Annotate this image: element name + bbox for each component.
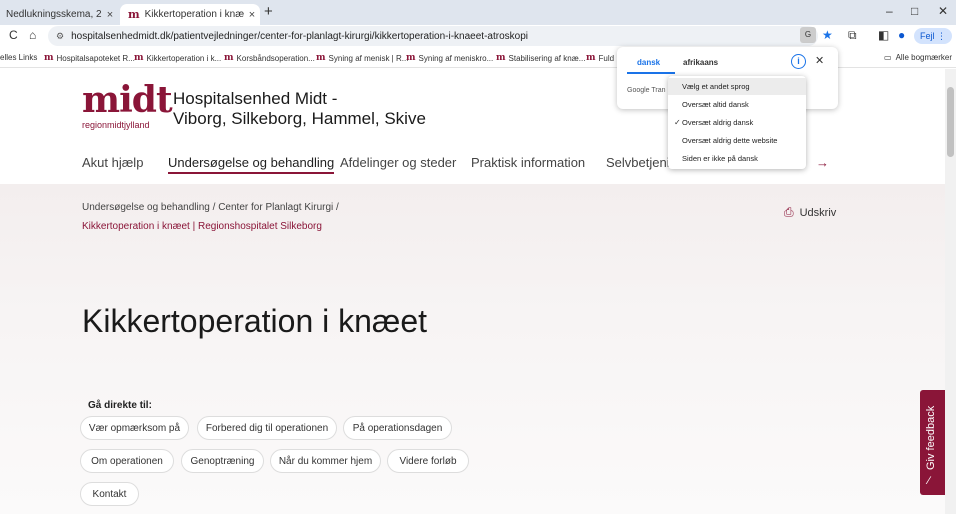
midt-favicon-icon: m bbox=[134, 53, 144, 63]
error-chip[interactable]: Fejl ⋮ bbox=[914, 28, 952, 44]
menu-item-never-translate-site[interactable]: Oversæt aldrig dette website bbox=[668, 132, 806, 149]
bookmark-item[interactable]: m Korsbåndsoperation... bbox=[224, 53, 315, 63]
error-chip-label: Fejl bbox=[919, 31, 935, 41]
midt-favicon-icon: m bbox=[496, 53, 506, 63]
nav-afdelinger[interactable]: Afdelinger og steder bbox=[340, 155, 456, 170]
bookmark-item[interactable]: m Kikkertoperation i k... bbox=[134, 53, 221, 63]
midt-favicon-icon: m bbox=[406, 53, 416, 63]
tab-nedlukningsskema[interactable]: Nedlukningsskema, 2024.xlsx × bbox=[0, 4, 118, 25]
translate-tab-target[interactable]: afrikaans bbox=[683, 58, 718, 67]
extensions-icon[interactable]: ⧉ bbox=[848, 28, 857, 43]
menu-item-not-danish[interactable]: Siden er ikke på dansk bbox=[668, 150, 806, 167]
pencil-icon: ∕ bbox=[928, 475, 930, 487]
breadcrumb-current: Kikkertoperation i knæet | Regionshospit… bbox=[82, 221, 322, 232]
new-tab-button[interactable]: + bbox=[264, 3, 273, 20]
jump-link[interactable]: Vær opmærksom på bbox=[80, 416, 189, 440]
jump-link[interactable]: Forbered dig til operationen bbox=[197, 416, 337, 440]
org-title-line: Viborg, Silkeborg, Hammel, Skive bbox=[173, 109, 426, 128]
page-scrollbar[interactable] bbox=[945, 69, 956, 514]
bookmark-item[interactable]: m Fuld I bbox=[586, 53, 619, 63]
check-icon: ✓ bbox=[674, 118, 681, 127]
print-button[interactable]: ⎙ Udskriv bbox=[784, 205, 836, 220]
side-panel-icon[interactable]: ◧ bbox=[878, 28, 889, 42]
address-bar[interactable]: ⚙ hospitalsenhedmidt.dk/patientvejlednin… bbox=[48, 26, 818, 46]
tab-title: Kikkertoperation i knæet | Regi bbox=[144, 9, 244, 20]
print-label: Udskriv bbox=[799, 206, 837, 219]
printer-icon: ⎙ bbox=[784, 205, 794, 219]
arrow-right-icon[interactable]: → bbox=[816, 155, 829, 170]
nav-akut-hjaelp[interactable]: Akut hjælp bbox=[82, 155, 143, 170]
translate-icon[interactable]: G bbox=[800, 27, 816, 43]
midt-favicon-icon: m bbox=[44, 53, 54, 63]
midt-logo[interactable]: midt bbox=[82, 82, 173, 118]
nav-undersoegelse[interactable]: Undersøgelse og behandling bbox=[168, 155, 335, 174]
midt-favicon-icon: m bbox=[128, 8, 140, 21]
tab-kikkertoperation[interactable]: m Kikkertoperation i knæet | Regi × bbox=[120, 4, 260, 25]
options-icon[interactable]: i bbox=[791, 54, 806, 69]
goto-label: Gå direkte til: bbox=[88, 400, 152, 411]
active-tab-indicator bbox=[627, 72, 675, 74]
midt-favicon-icon: m bbox=[586, 53, 596, 63]
breadcrumb[interactable]: Undersøgelse og behandling / Center for … bbox=[82, 202, 339, 213]
close-icon[interactable]: ✕ bbox=[815, 54, 824, 67]
logo-subtitle: regionmidtjylland bbox=[82, 120, 150, 130]
close-window-button[interactable]: ✕ bbox=[938, 4, 948, 18]
feedback-label: Giv feedback bbox=[925, 405, 937, 470]
jump-link[interactable]: Når du kommer hjem bbox=[270, 449, 381, 473]
jump-link[interactable]: På operationsdagen bbox=[343, 416, 452, 440]
translate-options-menu: Vælg et andet sprog Oversæt altid dansk … bbox=[668, 76, 806, 169]
bookmark-item[interactable]: m Syning af meniskro... bbox=[406, 53, 493, 63]
jump-link[interactable]: Genoptræning bbox=[181, 449, 264, 473]
bookmark-star-icon[interactable]: ★ bbox=[822, 28, 833, 42]
jump-link[interactable]: Kontakt bbox=[80, 482, 139, 506]
midt-favicon-icon: m bbox=[224, 53, 234, 63]
translate-tab-source[interactable]: dansk bbox=[637, 58, 660, 67]
tab-strip: Nedlukningsskema, 2024.xlsx × m Kikkerto… bbox=[0, 0, 956, 25]
maximize-button[interactable]: □ bbox=[911, 4, 918, 18]
close-icon[interactable]: × bbox=[102, 9, 118, 21]
org-title[interactable]: Hospitalsenhed Midt - Viborg, Silkeborg,… bbox=[173, 89, 426, 129]
home-icon[interactable]: ⌂ bbox=[29, 28, 36, 42]
menu-item-always-translate[interactable]: Oversæt altid dansk bbox=[668, 96, 806, 113]
tab-title: Nedlukningsskema, 2024.xlsx bbox=[6, 9, 102, 20]
menu-item-never-translate[interactable]: ✓ Oversæt aldrig dansk bbox=[668, 114, 806, 131]
site-info-icon[interactable]: ⚙ bbox=[56, 31, 64, 42]
url-text: hospitalsenhedmidt.dk/patientvejledninge… bbox=[71, 30, 528, 42]
bookmark-item[interactable]: m Stabilisering af knæ... bbox=[496, 53, 585, 63]
menu-item-choose-language[interactable]: Vælg et andet sprog bbox=[668, 78, 806, 95]
feedback-button[interactable]: Giv feedback ∕ bbox=[920, 390, 945, 495]
nav-selvbetjening[interactable]: Selvbetjenin bbox=[606, 155, 677, 170]
profile-icon[interactable]: ● bbox=[898, 28, 905, 42]
jump-link[interactable]: Videre forløb bbox=[387, 449, 469, 473]
all-bookmarks-button[interactable]: ▭ Alle bogmærker bbox=[884, 53, 952, 62]
page-title: Kikkertoperation i knæet bbox=[82, 303, 428, 339]
bookmark-item[interactable]: m Syning af menisk | R... bbox=[316, 53, 408, 63]
folder-icon: ▭ bbox=[884, 53, 892, 62]
scrollbar-thumb[interactable] bbox=[947, 87, 954, 157]
jump-link[interactable]: Om operationen bbox=[80, 449, 174, 473]
reload-icon[interactable]: C bbox=[9, 28, 18, 42]
org-title-line: Hospitalsenhed Midt - bbox=[173, 89, 338, 108]
bookmark-item[interactable]: m Hospitalsapoteket R... bbox=[44, 53, 135, 63]
bookmark-item[interactable]: elles Links bbox=[0, 53, 37, 62]
minimize-button[interactable]: – bbox=[886, 4, 893, 18]
midt-favicon-icon: m bbox=[316, 53, 326, 63]
google-translate-label: Google Tran bbox=[627, 87, 666, 94]
close-icon[interactable]: × bbox=[244, 9, 260, 21]
browser-toolbar: C ⌂ ⚙ hospitalsenhedmidt.dk/patientvejle… bbox=[0, 25, 956, 47]
nav-praktisk[interactable]: Praktisk information bbox=[471, 155, 585, 170]
